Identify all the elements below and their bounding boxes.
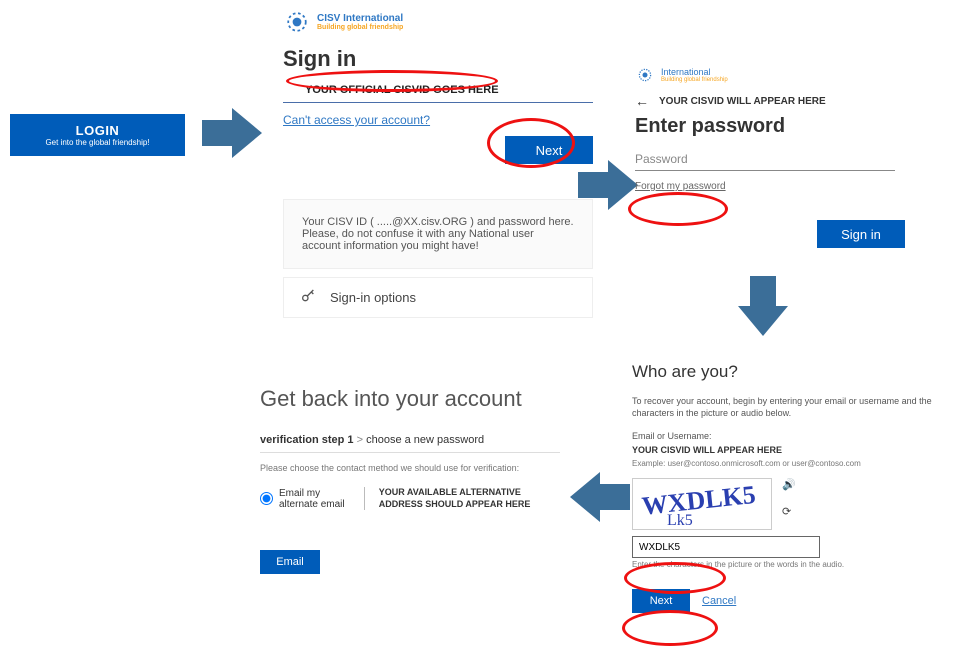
recovery-title: Get back into your account xyxy=(260,386,560,412)
login-button-subtitle: Get into the global friendship! xyxy=(45,138,149,147)
arrow-left-icon xyxy=(570,472,630,522)
recovery-email-radio[interactable] xyxy=(260,492,273,505)
arrow-down-icon xyxy=(738,276,788,336)
signin-notice: Your CISV ID ( .....@XX.cisv.ORG ) and p… xyxy=(283,199,593,269)
brand-row: CISV International Building global frien… xyxy=(283,8,598,36)
brand-suffix: International Building global friendship xyxy=(661,67,728,83)
recovery-email-option-label: Email my alternate email xyxy=(279,488,346,510)
captcha-input[interactable] xyxy=(632,536,820,558)
login-button[interactable]: LOGIN Get into the global friendship! xyxy=(10,114,185,156)
who-field-label: Email or Username: xyxy=(632,431,952,441)
cant-access-link[interactable]: Can't access your account? xyxy=(283,113,598,127)
annotation-ring xyxy=(622,610,718,646)
who-uid: YOUR CISVID WILL APPEAR HERE xyxy=(632,445,952,455)
who-title: Who are you? xyxy=(632,362,952,382)
recovery-alt-address: YOUR AVAILABLE ALTERNATIVE ADDRESS SHOUL… xyxy=(364,487,560,510)
password-panel: International Building global friendship… xyxy=(635,65,935,192)
login-button-title: LOGIN xyxy=(76,123,120,138)
key-icon xyxy=(300,288,316,307)
captcha-image: WXDLK5 Lk5 xyxy=(632,478,772,530)
brand-name: CISV International Building global frien… xyxy=(317,13,403,32)
recovery-step: verification step 1 > choose a new passw… xyxy=(260,434,560,453)
who-next-button[interactable]: Next xyxy=(632,589,690,613)
password-input[interactable]: Password xyxy=(635,150,895,171)
recovery-contact-intro: Please choose the contact method we shou… xyxy=(260,463,560,473)
arrow-right-icon xyxy=(202,108,262,158)
annotation-ring xyxy=(628,192,728,226)
signin-panel: CISV International Building global frien… xyxy=(283,8,598,318)
signin-options-button[interactable]: Sign-in options xyxy=(283,277,593,318)
forgot-password-link[interactable]: Forgot my password xyxy=(635,181,726,192)
svg-text:Lk5: Lk5 xyxy=(667,512,693,527)
signin-email-input[interactable]: YOUR OFFICIAL CISVID GOES HERE xyxy=(283,80,593,103)
back-arrow-icon[interactable]: ← xyxy=(635,93,649,109)
cisv-logo-icon xyxy=(635,65,655,85)
captcha-help: Enter the characters in the picture or t… xyxy=(632,560,952,569)
arrow-right-icon xyxy=(578,160,638,210)
password-title: Enter password xyxy=(635,115,935,138)
svg-text:WXDLK5: WXDLK5 xyxy=(640,481,757,521)
who-cancel-link[interactable]: Cancel xyxy=(702,595,736,607)
who-example: Example: user@contoso.onmicrosoft.com or… xyxy=(632,459,952,468)
recovery-email-button[interactable]: Email xyxy=(260,550,320,574)
signin-title: Sign in xyxy=(283,46,598,72)
brand-row-small: International Building global friendship xyxy=(635,65,935,85)
signin-options-label: Sign-in options xyxy=(330,290,416,305)
password-id-line: YOUR CISVID WILL APPEAR HERE xyxy=(659,96,826,107)
recovery-email-option[interactable]: Email my alternate email xyxy=(260,487,346,510)
recovery-panel: Get back into your account verification … xyxy=(260,386,560,574)
captcha-audio-icon[interactable]: 🔊 xyxy=(782,478,796,491)
signin-submit-button[interactable]: Sign in xyxy=(817,220,905,248)
cisv-logo-icon xyxy=(283,8,311,36)
who-are-you-panel: Who are you? To recover your account, be… xyxy=(632,362,952,613)
who-intro: To recover your account, begin by enteri… xyxy=(632,396,952,419)
captcha-refresh-icon[interactable]: ⟳ xyxy=(782,505,796,518)
